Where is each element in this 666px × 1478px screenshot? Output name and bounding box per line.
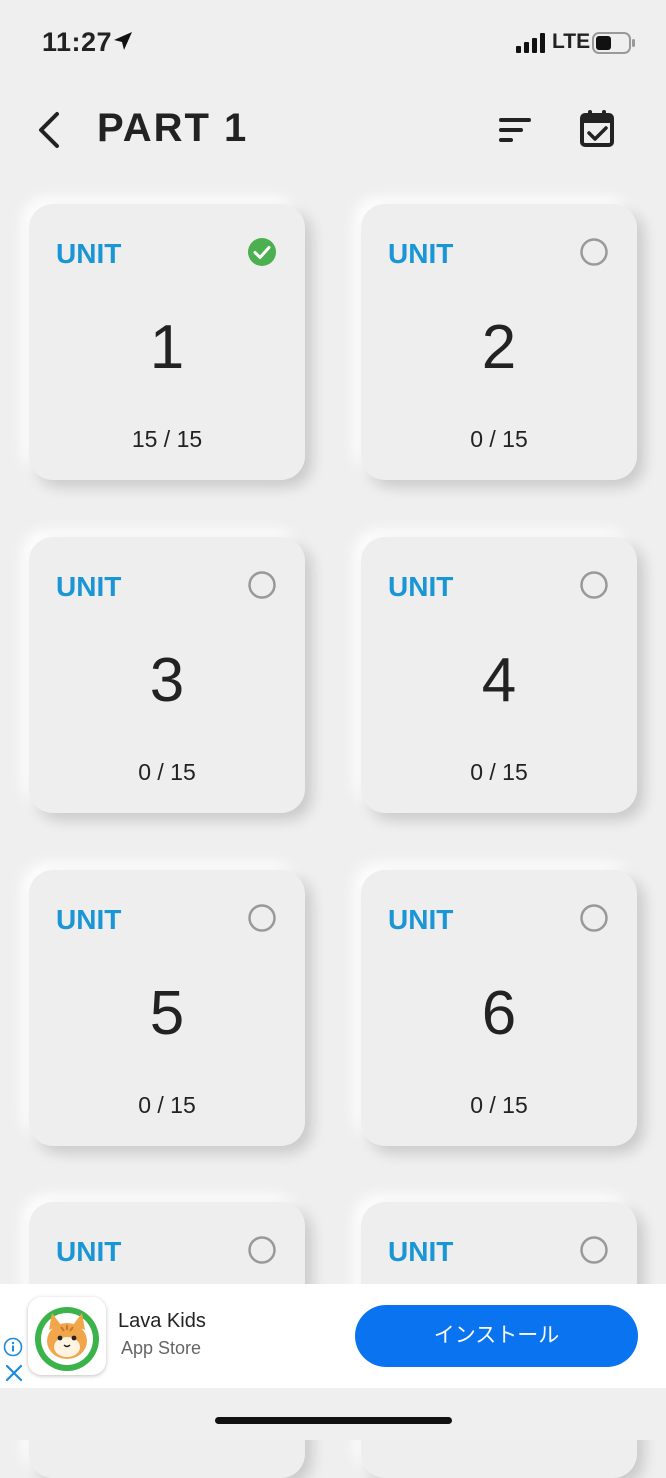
unit-card-3[interactable]: UNIT 3 0 / 15 (29, 537, 305, 813)
empty-circle-icon (247, 1235, 277, 1265)
unit-number: 3 (149, 646, 185, 715)
ad-store-label: App Store (121, 1338, 202, 1358)
unit-label: UNIT (388, 571, 454, 602)
empty-circle-icon (579, 1235, 609, 1265)
chevron-left-icon[interactable] (30, 108, 70, 152)
status-time: 11:27 (42, 27, 113, 57)
sort-icon[interactable] (492, 110, 538, 150)
home-indicator[interactable] (215, 1417, 452, 1424)
app-header: PART 1 (0, 86, 666, 176)
info-icon[interactable] (3, 1337, 23, 1357)
calendar-check-icon[interactable] (574, 106, 620, 152)
unit-grid: UNIT 1 15 / 15 UNIT 2 0 / 15 UNIT 3 0 / … (0, 0, 666, 1478)
empty-circle-icon (579, 570, 609, 600)
page-title: PART 1 (97, 106, 249, 150)
completed-check-icon (247, 237, 277, 267)
unit-label: UNIT (388, 238, 454, 269)
unit-label: UNIT (56, 1236, 122, 1267)
unit-progress: 0 / 15 (470, 1092, 528, 1118)
unit-number: 6 (481, 979, 517, 1048)
app-icon[interactable] (28, 1297, 106, 1375)
ad-app-name: Lava Kids (118, 1310, 206, 1332)
unit-card-2[interactable]: UNIT 2 0 / 15 (361, 204, 637, 480)
unit-card-5[interactable]: UNIT 5 0 / 15 (29, 870, 305, 1146)
unit-label: UNIT (388, 904, 454, 935)
status-bar: 11:27 LTE (0, 0, 666, 86)
empty-circle-icon (579, 237, 609, 267)
unit-label: UNIT (56, 571, 122, 602)
close-icon[interactable] (4, 1363, 24, 1383)
empty-circle-icon (247, 903, 277, 933)
unit-label: UNIT (388, 1236, 454, 1267)
unit-card-6[interactable]: UNIT 6 0 / 15 (361, 870, 637, 1146)
unit-progress: 0 / 15 (138, 759, 196, 785)
install-button[interactable]: インストール (355, 1305, 638, 1367)
location-arrow-icon (112, 30, 134, 57)
unit-progress: 0 / 15 (138, 1092, 196, 1118)
unit-number: 5 (149, 979, 185, 1048)
unit-progress: 0 / 15 (470, 426, 528, 452)
unit-number: 1 (149, 313, 185, 382)
unit-label: UNIT (56, 904, 122, 935)
bottom-safe-area (0, 1388, 666, 1440)
unit-progress: 15 / 15 (131, 426, 203, 452)
ad-banner[interactable]: Lava Kids App Store インストール (0, 1284, 666, 1388)
signal-bars-icon (516, 33, 546, 58)
unit-number: 2 (481, 313, 517, 382)
empty-circle-icon (579, 903, 609, 933)
unit-card-4[interactable]: UNIT 4 0 / 15 (361, 537, 637, 813)
battery-icon (592, 32, 636, 59)
unit-number: 4 (481, 646, 517, 715)
unit-progress: 0 / 15 (470, 759, 528, 785)
unit-label: UNIT (56, 238, 122, 269)
network-type: LTE (552, 30, 591, 53)
empty-circle-icon (247, 570, 277, 600)
unit-card-1[interactable]: UNIT 1 15 / 15 (29, 204, 305, 480)
